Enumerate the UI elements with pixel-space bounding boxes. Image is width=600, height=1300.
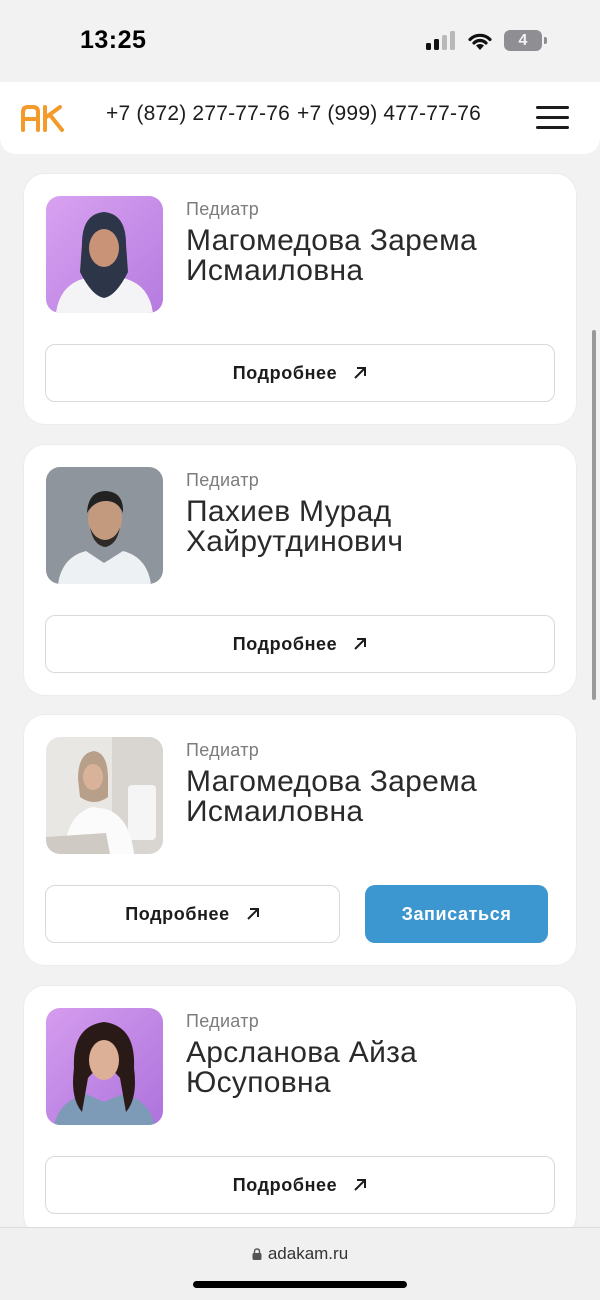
doctor-specialty: Педиатр [186,199,260,219]
doctor-card: Педиатр Магомедова Зарема Исмаиловна Под… [23,173,577,425]
arrow-up-right-icon [354,1179,367,1191]
scrollbar[interactable] [592,330,596,700]
doctor-specialty: Педиатр [186,740,260,760]
wifi-icon [468,33,492,50]
url-label: adakam.ru [267,1244,349,1263]
phone-link-1[interactable]: +7 (872) 277-77-76 [106,102,290,125]
clinic-logo[interactable] [20,104,66,132]
lock-icon [252,1248,262,1260]
hamburger-menu-icon[interactable] [536,106,569,130]
more-details-button[interactable]: Подробнее [45,1156,555,1214]
doctor-photo [46,196,163,313]
status-time: 13:25 [80,26,147,54]
doctor-specialty: Педиатр [186,1011,260,1031]
more-details-label: Подробнее [232,633,338,654]
more-details-label: Подробнее [125,903,230,924]
doctor-card: Педиатр Арсланова Айза Юсуповна Подробне… [23,985,577,1237]
more-details-label: Подробнее [232,362,338,383]
doctor-name: Магомедова Зарема Исмаиловна [186,765,478,828]
phone-link-2[interactable]: +7 (999) 477-77-76 [297,102,481,125]
battery-tip [544,37,547,44]
url-text[interactable]: adakam.ru [0,1244,600,1264]
doctor-name: Арсланова Айза Юсуповна [186,1036,418,1099]
status-bar: 13:25 4 [0,0,600,82]
doctor-card: Педиатр Магомедова Зарема Исмаиловна Под… [23,714,577,966]
phone-numbers: +7 (872) 277-77-76 +7 (999) 477-77-76 [106,102,488,126]
doctor-photo [46,1008,163,1125]
doctor-card: Педиатр Пахиев Мурад Хайрутдинович Подро… [23,444,577,696]
arrow-up-right-icon [354,367,367,379]
doctor-name: Пахиев Мурад Хайрутдинович [186,495,404,558]
site-header: +7 (872) 277-77-76 +7 (999) 477-77-76 [0,82,600,154]
more-details-button[interactable]: Подробнее [45,344,555,402]
battery-indicator: 4 [504,30,542,51]
doctor-specialty: Педиатр [186,470,260,490]
arrow-up-right-icon [247,908,259,920]
browser-address-bar[interactable]: adakam.ru [0,1227,600,1300]
doctor-photo [46,467,163,584]
arrow-up-right-icon [354,638,367,650]
doctor-name: Магомедова Зарема Исмаиловна [186,224,478,287]
cellular-signal-icon [426,30,458,50]
more-details-label: Подробнее [232,1174,338,1195]
book-appointment-button[interactable]: Записаться [365,885,548,943]
more-details-button[interactable]: Подробнее [45,885,340,943]
doctor-photo [46,737,163,854]
home-indicator[interactable] [193,1281,407,1288]
more-details-button[interactable]: Подробнее [45,615,555,673]
